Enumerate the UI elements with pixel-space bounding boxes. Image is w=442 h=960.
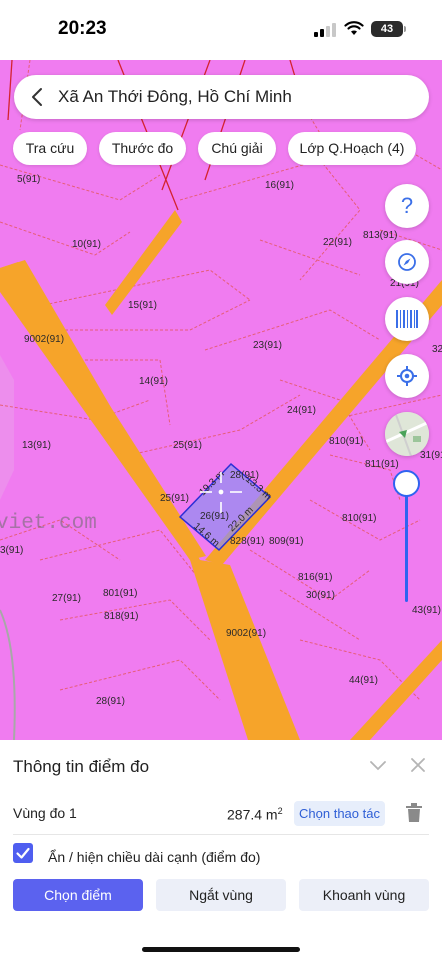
status-bar: 20:23 43 bbox=[0, 0, 442, 60]
parcel-label: 14(91) bbox=[139, 376, 168, 387]
signal-icon bbox=[314, 23, 338, 37]
parcel-label: 816(91) bbox=[298, 572, 332, 583]
check-icon bbox=[16, 847, 30, 859]
parcel-label: 28(91) bbox=[230, 470, 259, 481]
break-zone-button[interactable]: Ngắt vùng bbox=[156, 879, 286, 911]
location-title[interactable]: Xã An Thới Đông, Hồ Chí Minh bbox=[58, 87, 292, 107]
parcel-label: 28(91) bbox=[96, 696, 125, 707]
panel-title: Thông tin điểm đo bbox=[13, 757, 150, 776]
divider bbox=[13, 834, 429, 835]
battery-icon: 43 bbox=[371, 21, 403, 37]
status-time: 20:23 bbox=[58, 18, 107, 39]
parcel-label: 44(91) bbox=[349, 675, 378, 686]
zone-name: Vùng đo 1 bbox=[13, 805, 77, 821]
chevron-down-icon[interactable] bbox=[369, 758, 387, 772]
watermark-text: viet.com bbox=[0, 512, 97, 535]
parcel-label: 24(91) bbox=[287, 405, 316, 416]
parcel-label: 3(91) bbox=[0, 545, 23, 556]
select-point-button[interactable]: Chọn điểm bbox=[13, 879, 143, 911]
search-bar[interactable]: Xã An Thới Đông, Hồ Chí Minh bbox=[14, 75, 429, 119]
show-edge-length-checkbox[interactable] bbox=[13, 843, 33, 863]
chip-chu-giai[interactable]: Chú giải bbox=[198, 132, 276, 165]
parcel-label: 810(91) bbox=[329, 436, 363, 447]
battery-nub bbox=[404, 26, 406, 32]
help-icon: ? bbox=[400, 193, 414, 218]
parcel-label: 810(91) bbox=[342, 513, 376, 524]
parcel-label: 23(91) bbox=[253, 340, 282, 351]
parcel-label: 27(91) bbox=[52, 593, 81, 604]
zone-area: 287.4 m2 bbox=[227, 806, 283, 823]
parcel-label: 10(91) bbox=[72, 239, 101, 250]
chip-thuoc-do[interactable]: Thước đo bbox=[99, 132, 186, 165]
parcel-label: 16(91) bbox=[265, 180, 294, 191]
chevron-left-icon[interactable] bbox=[28, 87, 48, 107]
parcel-label: 9002(91) bbox=[24, 334, 64, 345]
locate-button[interactable] bbox=[385, 354, 429, 398]
chip-tra-cuu[interactable]: Tra cứu bbox=[13, 132, 87, 165]
parcel-label: 32 bbox=[432, 344, 442, 355]
parcel-label: 801(91) bbox=[103, 588, 137, 599]
close-icon[interactable] bbox=[410, 757, 426, 773]
parcel-label: 5(91) bbox=[17, 174, 40, 185]
zoom-slider-track[interactable] bbox=[405, 492, 408, 602]
parcel-label: 43(91) bbox=[412, 605, 441, 616]
parcel-label: 818(91) bbox=[104, 611, 138, 622]
parcel-label: 15(91) bbox=[128, 300, 157, 311]
parcel-label: 25(91) bbox=[160, 493, 189, 504]
locate-icon bbox=[397, 366, 417, 386]
compass-icon bbox=[398, 253, 416, 271]
parcel-label: 811(91) bbox=[365, 459, 399, 470]
barcode-button[interactable] bbox=[385, 297, 429, 341]
parcel-label: 26(91) bbox=[200, 511, 229, 522]
map-type-thumbnail[interactable] bbox=[385, 412, 429, 456]
encircle-zone-button[interactable]: Khoanh vùng bbox=[299, 879, 429, 911]
parcel-label: 22(91) bbox=[323, 237, 352, 248]
home-indicator bbox=[142, 947, 300, 952]
compass-button[interactable] bbox=[385, 240, 429, 284]
parcel-label: 9002(91) bbox=[226, 628, 266, 639]
help-button[interactable]: ? bbox=[385, 184, 429, 228]
parcel-label: 25(91) bbox=[173, 440, 202, 451]
show-edge-length-label[interactable]: Ẩn / hiện chiều dài cạnh (điểm đo) bbox=[48, 849, 260, 865]
parcel-label: 813(91) bbox=[363, 230, 397, 241]
measure-info-panel: Thông tin điểm đo Vùng đo 1 287.4 m2 Chọ… bbox=[0, 740, 442, 960]
zone-area-unit: 2 bbox=[277, 806, 283, 816]
parcel-label: 828(91) bbox=[230, 536, 264, 547]
parcel-label: 809(91) bbox=[269, 536, 303, 547]
zone-area-value: 287.4 m bbox=[227, 806, 278, 823]
parcel-label: 13(91) bbox=[22, 440, 51, 451]
zoom-slider-knob[interactable] bbox=[393, 470, 420, 497]
chip-lop-quy-hoach[interactable]: Lớp Q.Hoạch (4) bbox=[288, 132, 416, 165]
parcel-label: 31(91) bbox=[420, 450, 442, 461]
wifi-icon bbox=[344, 21, 364, 35]
trash-icon[interactable] bbox=[405, 803, 423, 823]
parcel-label: 30(91) bbox=[306, 590, 335, 601]
barcode-icon bbox=[396, 310, 418, 328]
choose-action-button[interactable]: Chọn thao tác bbox=[294, 801, 385, 826]
